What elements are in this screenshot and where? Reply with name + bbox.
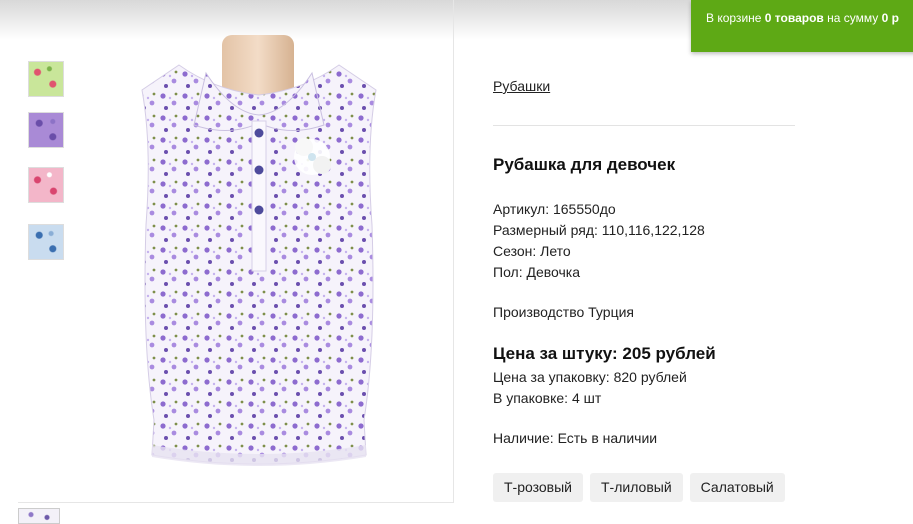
thumbnail-pink[interactable] — [28, 167, 64, 203]
spec-season: Сезон: Лето — [493, 243, 571, 259]
cart-summary-text: В корзине 0 товаров на сумму 0 р — [706, 11, 899, 25]
blue-floral-swatch-icon — [29, 225, 63, 259]
button-2 — [254, 165, 264, 175]
color-option-lilac[interactable]: Т-лиловый — [590, 473, 683, 502]
color-option-pink[interactable]: Т-розовый — [493, 473, 583, 502]
thumbnail-green[interactable] — [28, 61, 64, 97]
button-3 — [254, 205, 264, 215]
button-1 — [254, 128, 264, 138]
thumbnail-lilac[interactable] — [28, 112, 64, 148]
blouse-placket — [251, 120, 267, 272]
product-specs: Артикул: 165550до Размерный ряд: 110,116… — [493, 199, 705, 283]
cart-sum: 0 р — [881, 11, 899, 25]
product-gallery — [18, 0, 454, 503]
price-per-item: Цена за штуку: 205 рублей — [493, 344, 716, 363]
price-pack-block: Цена за упаковку: 820 рублей В упаковке:… — [493, 367, 687, 409]
spec-article: Артикул: 165550до — [493, 201, 616, 217]
product-title: Рубашка для девочек — [493, 155, 676, 174]
availability-status: Наличие: Есть в наличии — [493, 430, 658, 446]
divider — [493, 125, 795, 126]
breadcrumb-category-link[interactable]: Рубашки — [493, 78, 550, 94]
price-per-pack: Цена за упаковку: 820 рублей — [493, 369, 687, 385]
spec-gender: Пол: Девочка — [493, 264, 581, 280]
cart-count: 0 товаров — [764, 11, 824, 25]
green-floral-swatch-icon — [29, 62, 63, 96]
color-option-salad[interactable]: Салатовый — [689, 473, 785, 502]
lilac-floral-swatch-icon — [29, 113, 63, 147]
color-options: Т-розовый Т-лиловый Салатовый — [493, 473, 785, 502]
pack-quantity: В упаковке: 4 шт — [493, 390, 602, 406]
product-main-photo[interactable] — [114, 25, 404, 475]
pink-floral-swatch-icon — [29, 168, 63, 202]
spec-sizes: Размерный ряд: 110,116,122,128 — [493, 222, 705, 238]
thumbnail-blue[interactable] — [28, 224, 64, 260]
product-origin: Производство Турция — [493, 304, 634, 320]
cart-summary-bar[interactable]: В корзине 0 товаров на сумму 0 р — [691, 0, 913, 52]
bottom-thumbnail[interactable] — [18, 508, 60, 524]
